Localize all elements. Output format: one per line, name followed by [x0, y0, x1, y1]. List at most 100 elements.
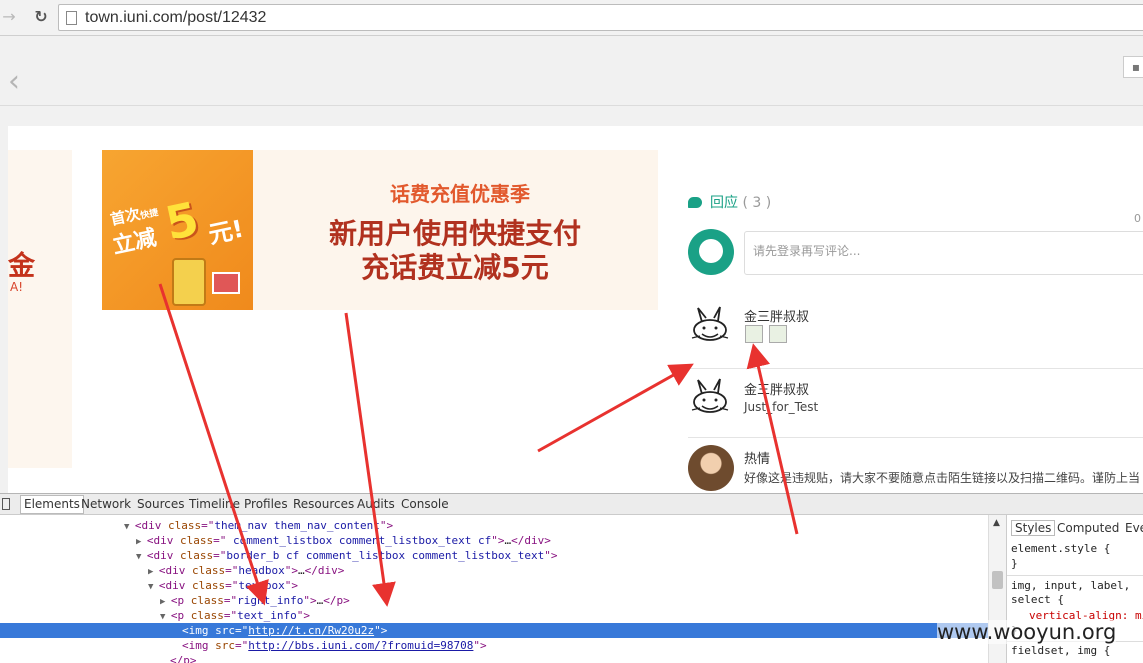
tab-event-listeners[interactable]: Eve	[1125, 521, 1143, 535]
tab-timeline[interactable]: Timeline	[189, 497, 240, 511]
expand-triangle-icon[interactable]: ▼	[124, 522, 135, 532]
dom-token: <div	[146, 549, 180, 562]
dom-token: ="	[225, 579, 239, 592]
rabbit-avatar[interactable]	[688, 376, 734, 422]
devtools-tabbar: Elements Network Sources Timeline Profil…	[0, 493, 1143, 515]
expand-triangle-icon[interactable]: ▼	[148, 582, 159, 592]
dom-node-selected[interactable]: <img src="http://t.cn/Rw20u2z">	[0, 623, 988, 638]
dom-token: comment_listbox comment_listbox_text cf	[226, 534, 492, 547]
comment-author[interactable]: 金三胖叔叔	[744, 379, 809, 398]
user-photo-avatar[interactable]	[688, 445, 734, 491]
collapse-triangle-icon[interactable]: ▶	[136, 537, 147, 547]
dom-token: <img	[182, 639, 216, 652]
collapse-triangle-icon[interactable]: ▶	[148, 567, 159, 577]
dom-token: right_info	[237, 594, 304, 607]
rabbit-avatar[interactable]	[688, 304, 734, 350]
dom-token: ">	[473, 639, 487, 652]
dom-tree[interactable]: ▼ <div class="them_nav them_nav_content"…	[0, 515, 988, 663]
comment-input[interactable]: 请先登录再写评论...	[744, 231, 1143, 275]
post-content: 金 A! 首次快捷 立减 5 元! 话费充值优惠季 新用户使用快捷支付 充话费立…	[8, 126, 1143, 493]
collapse-triangle-icon[interactable]: ▶	[160, 597, 171, 607]
watermark: www.wooyun.org	[937, 620, 1117, 644]
dom-token: ">	[491, 534, 505, 547]
url-text: town.iuni.com/post/12432	[85, 9, 267, 26]
tab-resources[interactable]: Resources	[293, 497, 354, 511]
tab-network[interactable]: Network	[81, 497, 131, 511]
divider	[0, 105, 1143, 106]
style-rule-line: element.style {	[1011, 542, 1111, 555]
tab-console[interactable]: Console	[401, 497, 449, 511]
comment-author[interactable]: 金三胖叔叔	[744, 306, 809, 325]
page-header: ‹ ▪	[0, 36, 1143, 126]
dom-token: ="	[213, 549, 227, 562]
dom-token: <p	[170, 594, 191, 607]
dom-token: </div>	[511, 534, 551, 547]
promo-tag: 话费充值优惠季	[390, 182, 530, 206]
dom-node[interactable]: </p>	[0, 653, 988, 663]
dom-node[interactable]: ▼ <p class="text_info">	[0, 608, 988, 623]
dom-token: </p>	[170, 654, 197, 663]
tab-audits[interactable]: Audits	[357, 497, 395, 511]
divider	[688, 437, 1143, 438]
dom-node[interactable]: <img src="http://bbs.iuni.com/?fromuid=9…	[0, 638, 988, 653]
rabbit-icon	[691, 306, 729, 341]
dom-token: class	[190, 609, 224, 622]
dom-node[interactable]: ▼ <div class="them_nav them_nav_content"…	[0, 518, 988, 533]
back-arrow-icon[interactable]: →	[0, 8, 18, 26]
tab-profiles[interactable]: Profiles	[244, 497, 288, 511]
dock-icon[interactable]	[2, 498, 10, 510]
dom-token: textbox	[238, 579, 285, 592]
dom-token: text_info	[237, 609, 297, 622]
address-bar[interactable]: town.iuni.com/post/12432	[58, 4, 1143, 31]
dom-token: class	[190, 594, 224, 607]
expand-triangle-icon[interactable]: ▼	[160, 612, 171, 622]
comment-text: 好像这是违规贴，请大家不要随意点击陌生链接以及扫描二维码。谨防上当	[744, 471, 1141, 485]
scroll-thumb[interactable]	[992, 571, 1003, 589]
style-rule-line: img, input, label,	[1011, 579, 1131, 592]
dom-node[interactable]: ▶ <p class="right_info">…</p>	[0, 593, 988, 608]
dom-token[interactable]: http://bbs.iuni.com/?fromuid=98708	[248, 639, 473, 652]
dom-token: class	[191, 564, 226, 577]
tab-elements[interactable]: Elements	[20, 495, 84, 514]
dom-token: class	[191, 579, 226, 592]
dom-token: ">	[284, 564, 298, 577]
dom-token: ">	[296, 609, 310, 622]
dom-token: them_nav them_nav_content	[214, 519, 380, 532]
dom-token: ">	[544, 549, 558, 562]
scroll-up-icon[interactable]: ▲	[993, 518, 1000, 528]
dom-token: <div	[146, 534, 180, 547]
dom-node[interactable]: ▼ <div class="textbox">	[0, 578, 988, 593]
dom-token: class	[167, 519, 202, 532]
dom-token: <img	[182, 624, 216, 637]
style-rule-line: select {	[1011, 593, 1064, 606]
tab-sources[interactable]: Sources	[137, 497, 184, 511]
divider	[688, 368, 1143, 369]
browser-toolbar: → ↻ town.iuni.com/post/12432	[0, 0, 1143, 36]
dom-token: <div	[134, 519, 168, 532]
chevron-left-icon[interactable]: ‹	[8, 64, 20, 99]
reload-icon[interactable]: ↻	[32, 8, 50, 26]
dom-token[interactable]: http://t.cn/Rw20u2z	[248, 624, 374, 637]
side-banner-subtitle: A!	[10, 280, 24, 294]
broken-image-icon[interactable]	[745, 325, 763, 343]
side-banner[interactable]: 金 A!	[8, 150, 72, 468]
replies-label: 回应	[710, 195, 738, 211]
expand-triangle-icon[interactable]: ▼	[136, 552, 147, 562]
dom-token: <p	[170, 609, 191, 622]
dom-token: ">	[303, 594, 317, 607]
dom-token: ="	[235, 639, 249, 652]
dom-node[interactable]: ▶ <div class="headbox">…</div>	[0, 563, 988, 578]
promo-banner[interactable]: 首次快捷 立减 5 元! 话费充值优惠季 新用户使用快捷支付 充话费立减5元	[102, 150, 658, 310]
dom-node[interactable]: ▼ <div class="border_b cf comment_listbo…	[0, 548, 988, 563]
style-rule-line: }	[1011, 557, 1018, 570]
side-banner-title: 金	[8, 251, 35, 282]
page-icon	[66, 11, 77, 25]
dom-node[interactable]: ▶ <div class=" comment_listbox comment_l…	[0, 533, 988, 548]
dom-token: </div>	[304, 564, 345, 577]
comment-author[interactable]: 热情	[744, 448, 770, 467]
tab-computed[interactable]: Computed	[1057, 521, 1119, 535]
broken-image-icon[interactable]	[769, 325, 787, 343]
comment-icon[interactable]: ▪	[1123, 56, 1143, 78]
tab-styles[interactable]: Styles	[1011, 520, 1056, 536]
rabbit-icon	[691, 378, 729, 413]
